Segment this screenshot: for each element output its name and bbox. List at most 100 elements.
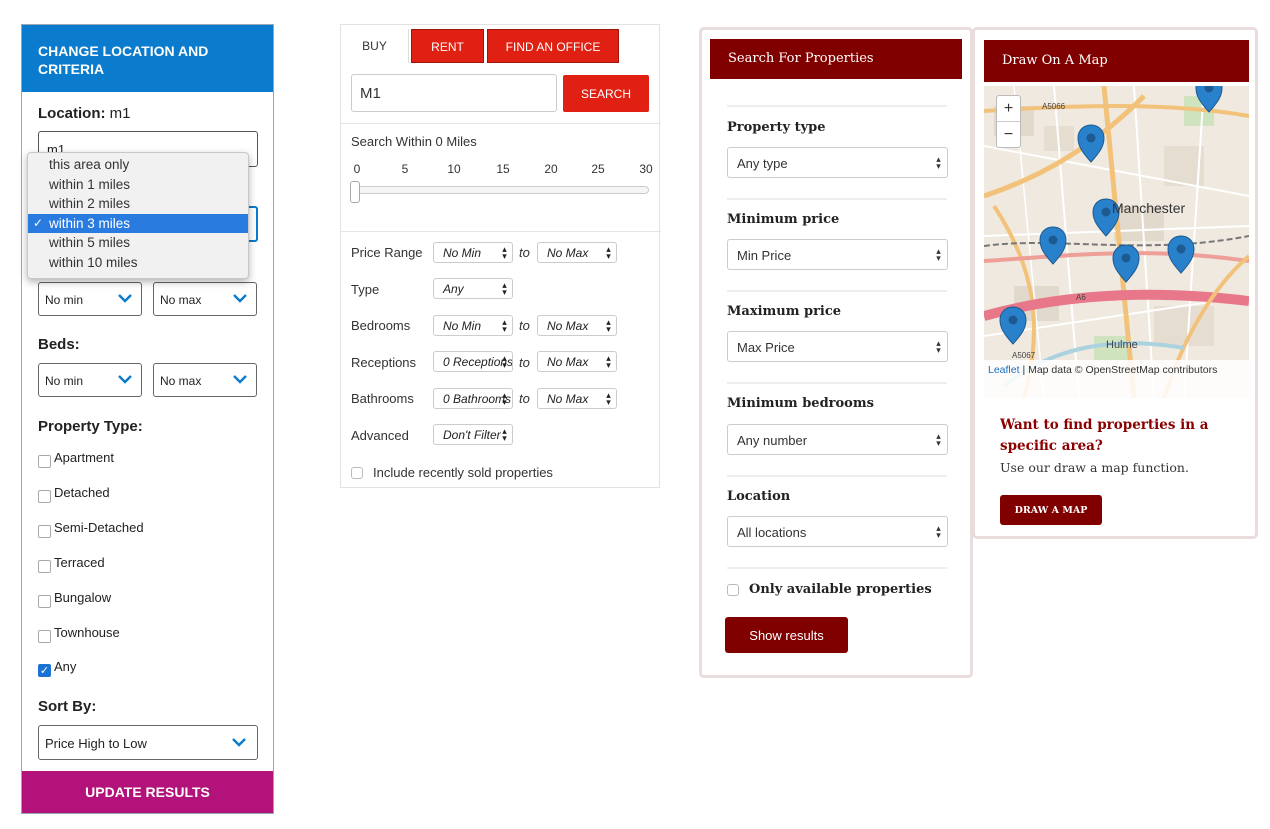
divider [727,475,947,477]
radius-option-label: within 2 miles [49,196,131,211]
bathrooms-max-select[interactable]: No Max ▴ ▾ [537,388,617,409]
price-min-select[interactable]: No Min ▴ ▾ [433,242,513,263]
bathrooms-min-select[interactable]: 0 Bathrooms ▴ ▾ [433,388,513,409]
checkbox[interactable] [38,455,51,468]
max-price-select[interactable]: Max Price ▴ ▾ [727,331,948,362]
checkmark-icon: ✓ [33,215,44,230]
map-view[interactable]: Manchester Hulme A5066 A6 A5067 + − Leaf… [984,86,1249,398]
receptions-label: Receptions [351,355,417,370]
radius-option[interactable]: within 5 miles [28,233,248,253]
updown-arrows-icon: ▴ ▾ [502,280,507,297]
promo-title: Want to find properties in a specific ar… [1000,417,1209,454]
slider-tick: 30 [639,162,653,176]
price-range-label: Price Range [351,245,423,260]
checkbox[interactable] [38,595,51,608]
radius-option[interactable]: within 10 miles [28,253,248,273]
select-value: Any [443,282,464,296]
divider [727,105,947,107]
chevron-down-icon [232,738,246,747]
select-value: No Max [547,319,589,333]
property-type-checkbox[interactable]: ✓ Any [38,659,77,677]
checkbox[interactable] [38,560,51,573]
min-price-select[interactable]: Min Price ▴ ▾ [727,239,948,270]
property-type-checkbox[interactable]: Detached [38,485,110,503]
tab-buy[interactable]: BUY [341,29,409,63]
divider [341,123,661,124]
draw-on-map-panel: Draw On A Map Manchester Hulme A5066 A6 … [972,27,1258,539]
promo-text: Use our draw a map function. [1000,460,1189,475]
radius-option[interactable]: this area only [28,155,248,175]
location-select[interactable]: All locations ▴ ▾ [727,516,948,547]
property-type-checkbox[interactable]: Semi-Detached [38,520,144,538]
checkbox[interactable] [38,630,51,643]
property-type-select[interactable]: Any type ▴ ▾ [727,147,948,178]
advanced-select[interactable]: Don't Filter ▴ ▾ [433,424,513,445]
checkbox-label: Townhouse [54,625,120,640]
checkbox[interactable] [38,490,51,503]
show-results-button[interactable]: Show results [725,617,848,653]
updown-arrows-icon: ▴ ▾ [606,317,611,334]
checkbox-label: Any [54,659,77,674]
search-input[interactable]: M1 [351,74,557,112]
property-type-checkbox[interactable]: Terraced [38,555,105,573]
beds-label: Beds: [38,336,80,353]
tab-rent[interactable]: RENT [411,29,484,63]
tab-find-office[interactable]: FIND AN OFFICE [487,29,619,63]
chevron-down-icon [118,375,132,384]
distance-slider-track[interactable] [351,186,649,194]
zoom-in-button[interactable]: + [997,96,1020,122]
chevron-down-icon [118,294,132,303]
property-type-checkbox[interactable]: Townhouse [38,625,120,643]
leaflet-link[interactable]: Leaflet [988,364,1020,376]
property-type-checkbox[interactable]: Bungalow [38,590,111,608]
beds-min-select[interactable]: No min [38,363,142,397]
tab-bar: BUY RENT FIND AN OFFICE [341,25,661,63]
type-label: Type [351,282,380,297]
min-price-label: Minimum price [727,212,840,227]
sort-label: Sort By: [38,698,97,715]
property-type-label: Property Type: [38,418,143,435]
map-road-label: A5067 [1012,351,1036,360]
map-city-label: Manchester [1112,200,1185,216]
radius-dropdown[interactable]: this area only within 1 miles within 2 m… [27,152,249,279]
checkbox-label: Only available properties [749,582,932,597]
updown-arrows-icon: ▴ ▾ [936,338,941,355]
price-min-value: No min [45,293,84,307]
checkbox-checked[interactable]: ✓ [38,664,51,677]
select-value: All locations [737,525,807,540]
radius-option[interactable]: within 1 miles [28,175,248,195]
distance-slider-handle[interactable] [350,181,360,203]
divider [727,567,947,569]
bedrooms-min-select[interactable]: No Min ▴ ▾ [433,315,513,336]
min-bedrooms-select[interactable]: Any number ▴ ▾ [727,424,948,455]
price-max-select[interactable]: No Max ▴ ▾ [537,242,617,263]
updown-arrows-icon: ▴ ▾ [606,390,611,407]
property-type-checkbox[interactable]: Apartment [38,450,114,468]
type-select[interactable]: Any ▴ ▾ [433,278,513,299]
only-available-option[interactable]: Only available properties [727,582,932,597]
slider-tick: 15 [496,162,510,176]
radius-option-selected[interactable]: ✓ within 3 miles [28,213,248,233]
select-value: No Min [443,246,482,260]
panel-header: CHANGE LOCATION AND CRITERIA [22,25,273,92]
slider-tick: 25 [591,162,605,176]
checkbox[interactable] [351,466,363,479]
receptions-max-select[interactable]: No Max ▴ ▾ [537,351,617,372]
bedrooms-max-select[interactable]: No Max ▴ ▾ [537,315,617,336]
checkbox[interactable] [38,525,51,538]
checkbox[interactable] [727,583,739,596]
beds-max-value: No max [160,374,202,388]
search-button[interactable]: SEARCH [563,75,649,112]
zoom-out-button[interactable]: − [997,122,1020,148]
include-sold-option[interactable]: Include recently sold properties [351,465,553,480]
draw-a-map-button[interactable]: DRAW A MAP [1000,495,1102,525]
price-min-select[interactable]: No min [38,282,142,316]
select-value: Max Price [737,340,795,355]
radius-option[interactable]: within 2 miles [28,194,248,214]
update-results-button[interactable]: UPDATE RESULTS [22,771,273,813]
sort-select[interactable]: Price High to Low [38,725,258,760]
checkbox-label: Semi-Detached [54,520,144,535]
receptions-min-select[interactable]: 0 Receptions ▴ ▾ [433,351,513,372]
price-max-select[interactable]: No max [153,282,257,316]
beds-max-select[interactable]: No max [153,363,257,397]
